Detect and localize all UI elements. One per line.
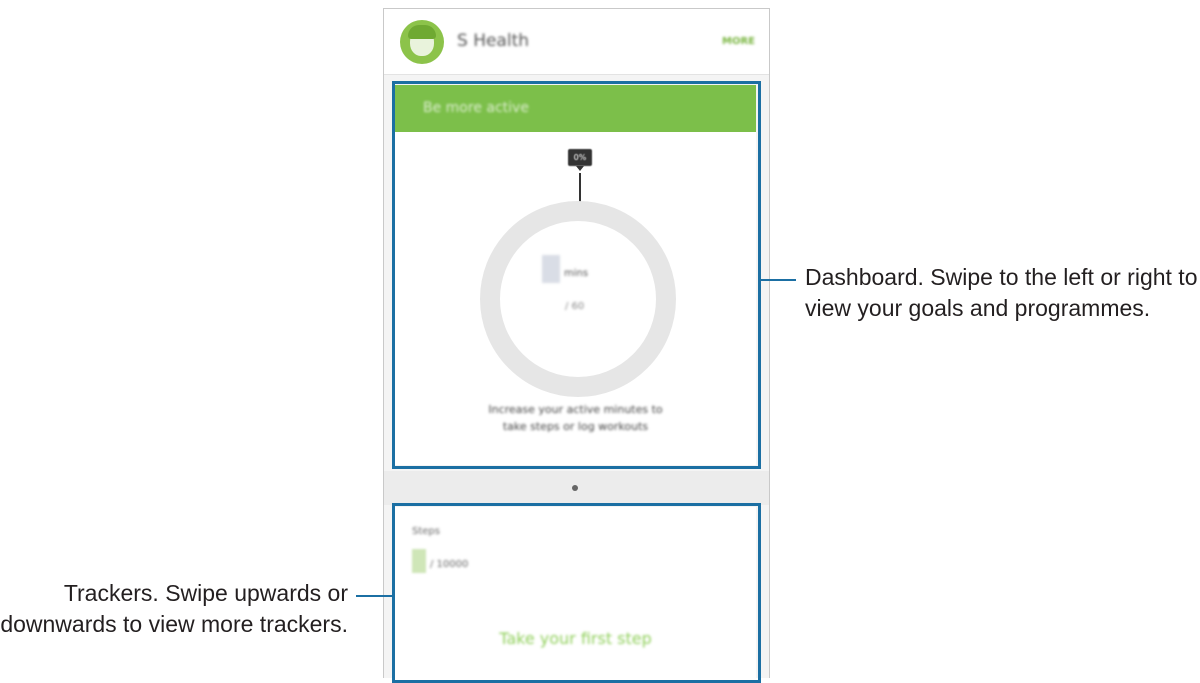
steps-tracker-card[interactable]: Steps / 10000 Take your first step [395, 507, 756, 678]
dashboard-description-line2: take steps or log workouts [502, 420, 649, 433]
dashboard-callout: Dashboard. Swipe to the left or right to… [805, 264, 1198, 321]
dashboard-header-text: Be more active [423, 100, 529, 116]
more-button[interactable]: MORE [722, 36, 755, 47]
avatar-hair [408, 25, 436, 39]
progress-ring [480, 201, 676, 397]
progress-tag-arrow [576, 166, 584, 171]
tracker-cta[interactable]: Take your first step [395, 629, 756, 648]
trackers-leader-line [356, 595, 393, 597]
dashboard-header: Be more active [395, 85, 756, 132]
phone-screen: S Health MORE Be more active 0% mins / 6… [383, 8, 770, 678]
dashboard-card[interactable]: Be more active 0% mins / 60 Increase you… [395, 85, 756, 465]
dashboard-description-line1: Increase your active minutes to [488, 403, 663, 416]
page-indicator-dot [572, 485, 578, 491]
active-minutes-unit: mins [564, 268, 589, 279]
progress-tag: 0% [568, 149, 592, 166]
tracker-target: / 10000 [430, 559, 469, 570]
app-bar: S Health MORE [384, 9, 769, 75]
app-title: S Health [457, 31, 530, 51]
tracker-value [412, 549, 426, 573]
page-indicator [384, 471, 769, 505]
active-minutes-target: / 60 [565, 301, 585, 312]
trackers-callout: Trackers. Swipe upwards or downwards to … [0, 580, 348, 637]
profile-avatar-icon[interactable] [400, 20, 444, 64]
tracker-title: Steps [412, 526, 440, 537]
dashboard-leader-line [761, 279, 796, 281]
active-minutes-value [542, 255, 560, 283]
dashboard-description: Increase your active minutes to take ste… [395, 401, 756, 435]
